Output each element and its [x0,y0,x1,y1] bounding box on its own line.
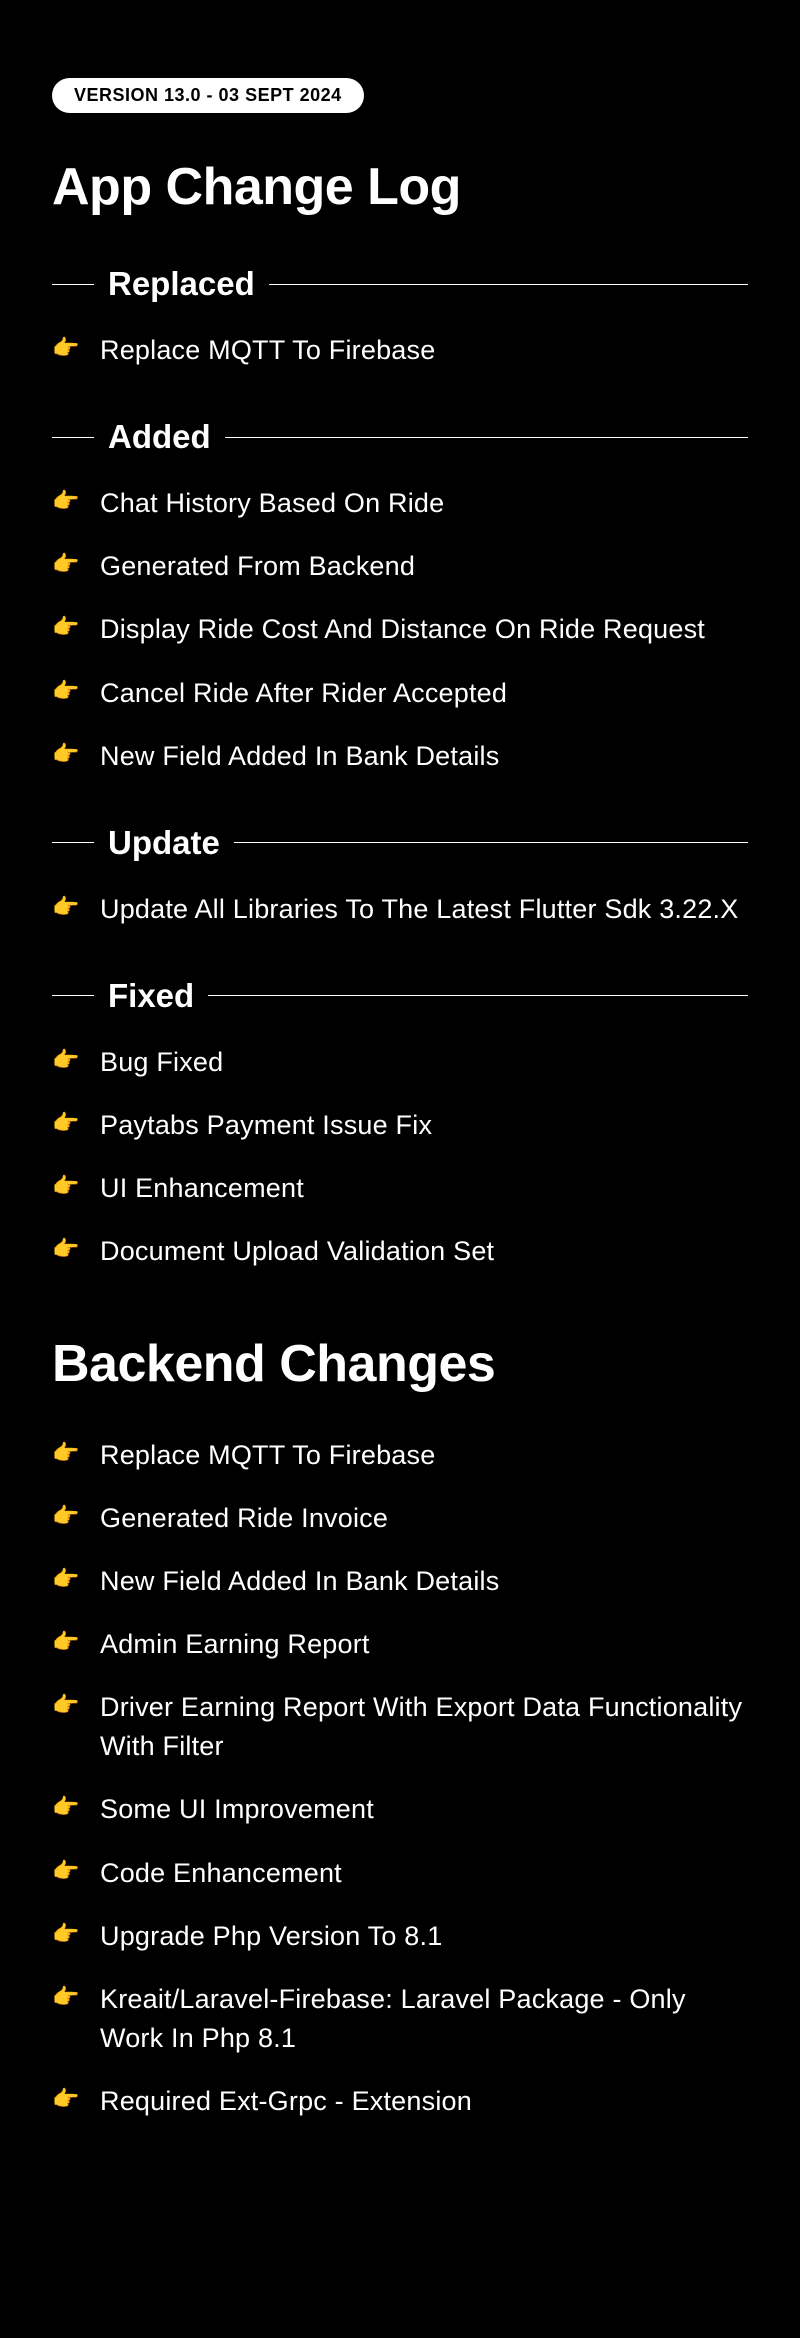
list-item: 👉 Replace MQTT To Firebase [52,1436,748,1475]
divider-line [52,842,94,843]
change-text: Paytabs Payment Issue Fix [100,1106,432,1145]
pointing-right-icon: 👉 [52,331,100,364]
list-item: 👉 Upgrade Php Version To 8.1 [52,1917,748,1956]
list-item: 👉 Generated Ride Invoice [52,1499,748,1538]
change-text: Code Enhancement [100,1854,342,1893]
list-item: 👉 Required Ext-Grpc - Extension [52,2082,748,2121]
change-text: Replace MQTT To Firebase [100,331,435,370]
pointing-right-icon: 👉 [52,1562,100,1595]
list-item: 👉 Document Upload Validation Set [52,1232,748,1271]
pointing-right-icon: 👉 [52,890,100,923]
pointing-right-icon: 👉 [52,1625,100,1658]
change-text: New Field Added In Bank Details [100,1562,499,1601]
section-title-replaced: Replaced [94,265,269,303]
list-item: 👉 UI Enhancement [52,1169,748,1208]
change-text: Generated Ride Invoice [100,1499,388,1538]
list-item: 👉 Admin Earning Report [52,1625,748,1664]
pointing-right-icon: 👉 [52,2082,100,2115]
list-item: 👉 Update All Libraries To The Latest Flu… [52,890,748,929]
change-text: Driver Earning Report With Export Data F… [100,1688,748,1766]
divider-line [52,437,94,438]
pointing-right-icon: 👉 [52,484,100,517]
section-title-fixed: Fixed [94,977,208,1015]
section-divider-update: Update [52,824,748,862]
list-item: 👉 Display Ride Cost And Distance On Ride… [52,610,748,649]
pointing-right-icon: 👉 [52,674,100,707]
pointing-right-icon: 👉 [52,1980,100,2013]
pointing-right-icon: 👉 [52,1436,100,1469]
change-text: Upgrade Php Version To 8.1 [100,1917,442,1956]
divider-line [52,995,94,996]
change-text: Display Ride Cost And Distance On Ride R… [100,610,705,649]
backend-title: Backend Changes [52,1334,748,1394]
replaced-list: 👉 Replace MQTT To Firebase [52,331,748,370]
list-item: 👉 Some UI Improvement [52,1790,748,1829]
change-text: Bug Fixed [100,1043,223,1082]
change-text: Update All Libraries To The Latest Flutt… [100,890,738,929]
change-text: Required Ext-Grpc - Extension [100,2082,472,2121]
change-text: New Field Added In Bank Details [100,737,499,776]
change-text: Chat History Based On Ride [100,484,444,523]
pointing-right-icon: 👉 [52,610,100,643]
backend-list: 👉 Replace MQTT To Firebase 👉 Generated R… [52,1436,748,2122]
change-text: Cancel Ride After Rider Accepted [100,674,507,713]
list-item: 👉 Driver Earning Report With Export Data… [52,1688,748,1766]
section-divider-replaced: Replaced [52,265,748,303]
change-text: Kreait/Laravel-Firebase: Laravel Package… [100,1980,748,2058]
change-text: Generated From Backend [100,547,415,586]
pointing-right-icon: 👉 [52,737,100,770]
divider-line [234,842,748,843]
version-badge: VERSION 13.0 - 03 SEPT 2024 [52,78,364,113]
change-text: Some UI Improvement [100,1790,374,1829]
pointing-right-icon: 👉 [52,547,100,580]
list-item: 👉 Code Enhancement [52,1854,748,1893]
section-divider-fixed: Fixed [52,977,748,1015]
change-text: UI Enhancement [100,1169,304,1208]
update-list: 👉 Update All Libraries To The Latest Flu… [52,890,748,929]
pointing-right-icon: 👉 [52,1688,100,1721]
divider-line [269,284,748,285]
section-title-added: Added [94,418,225,456]
change-text: Document Upload Validation Set [100,1232,494,1271]
section-divider-added: Added [52,418,748,456]
pointing-right-icon: 👉 [52,1043,100,1076]
divider-line [225,437,748,438]
pointing-right-icon: 👉 [52,1854,100,1887]
list-item: 👉 Cancel Ride After Rider Accepted [52,674,748,713]
list-item: 👉 Kreait/Laravel-Firebase: Laravel Packa… [52,1980,748,2058]
list-item: 👉 New Field Added In Bank Details [52,737,748,776]
pointing-right-icon: 👉 [52,1499,100,1532]
list-item: 👉 Chat History Based On Ride [52,484,748,523]
added-list: 👉 Chat History Based On Ride 👉 Generated… [52,484,748,776]
divider-line [208,995,748,996]
pointing-right-icon: 👉 [52,1106,100,1139]
list-item: 👉 Bug Fixed [52,1043,748,1082]
section-title-update: Update [94,824,234,862]
pointing-right-icon: 👉 [52,1232,100,1265]
pointing-right-icon: 👉 [52,1790,100,1823]
list-item: 👉 Generated From Backend [52,547,748,586]
list-item: 👉 Replace MQTT To Firebase [52,331,748,370]
pointing-right-icon: 👉 [52,1169,100,1202]
fixed-list: 👉 Bug Fixed 👉 Paytabs Payment Issue Fix … [52,1043,748,1272]
list-item: 👉 New Field Added In Bank Details [52,1562,748,1601]
change-text: Replace MQTT To Firebase [100,1436,435,1475]
pointing-right-icon: 👉 [52,1917,100,1950]
list-item: 👉 Paytabs Payment Issue Fix [52,1106,748,1145]
divider-line [52,284,94,285]
change-text: Admin Earning Report [100,1625,370,1664]
page-title: App Change Log [52,157,748,217]
